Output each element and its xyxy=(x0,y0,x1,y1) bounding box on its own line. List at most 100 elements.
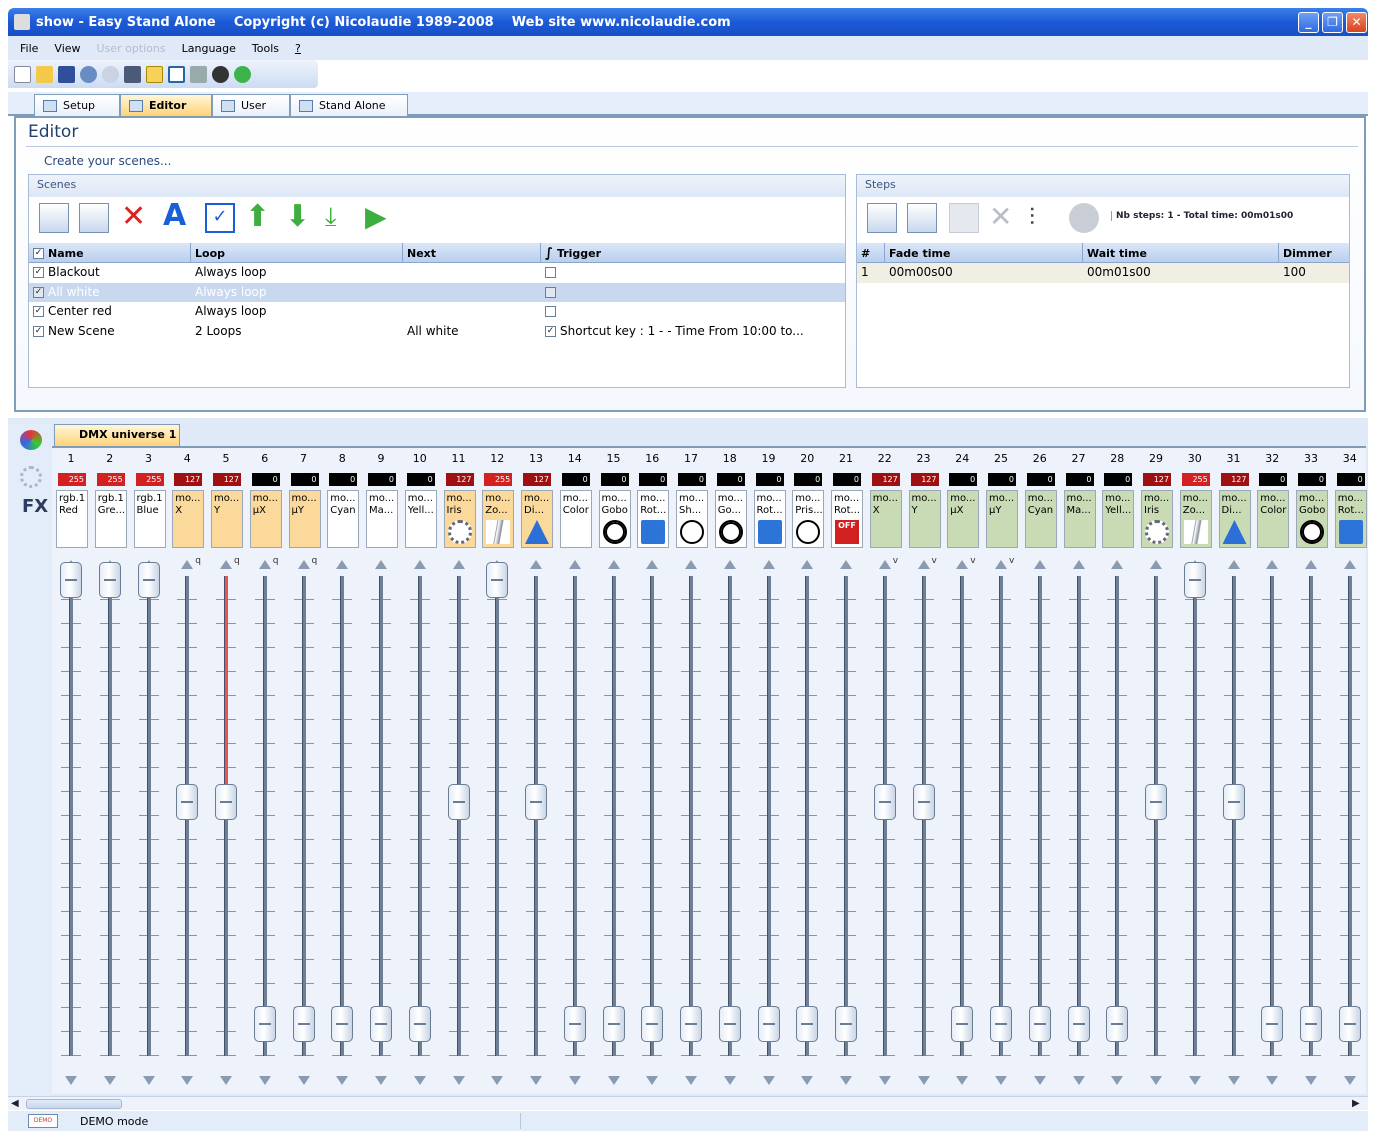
fader-knob[interactable] xyxy=(990,1006,1012,1042)
fader-up-icon[interactable] xyxy=(1072,560,1085,569)
fader-up-icon[interactable] xyxy=(336,560,349,569)
fader-track[interactable] xyxy=(611,576,616,1056)
fader-up-icon[interactable] xyxy=(840,560,852,569)
fader-down-icon[interactable] xyxy=(297,1076,310,1085)
channel-name[interactable]: mo... Yell... xyxy=(404,490,437,548)
menu-help[interactable]: ? xyxy=(295,42,301,55)
fader-down-icon[interactable] xyxy=(685,1076,697,1085)
menu-file[interactable]: File xyxy=(20,42,38,55)
download-icon[interactable]: ⤓ xyxy=(325,203,355,233)
fader-knob[interactable] xyxy=(98,562,121,598)
trigger-checkbox[interactable] xyxy=(545,286,556,298)
fader-down-icon[interactable] xyxy=(801,1076,814,1085)
fader-track[interactable] xyxy=(727,576,732,1056)
save-icon[interactable] xyxy=(58,65,75,83)
select-all-checkbox[interactable]: ✓ xyxy=(33,247,44,259)
fader-up-icon[interactable] xyxy=(1266,560,1279,569)
fader-knob[interactable] xyxy=(602,1006,625,1042)
channel-name[interactable]: mo... µY xyxy=(288,490,321,548)
fader-knob[interactable] xyxy=(447,784,470,820)
col-next[interactable]: Next xyxy=(403,243,541,263)
fader-down-icon[interactable] xyxy=(568,1076,581,1085)
fader-down-icon[interactable] xyxy=(1188,1076,1201,1085)
fader-track[interactable] xyxy=(379,576,383,1056)
fader-knob[interactable] xyxy=(718,1006,741,1042)
fader-up-icon[interactable] xyxy=(685,560,697,569)
fader-down-icon[interactable] xyxy=(878,1076,891,1085)
fader-knob[interactable] xyxy=(641,1006,664,1042)
channel-name[interactable]: mo... X xyxy=(869,490,902,548)
tab-stand-alone[interactable]: Stand Alone xyxy=(290,94,408,116)
trigger-checkbox[interactable]: ✓ xyxy=(545,325,556,337)
fader-down-icon[interactable] xyxy=(258,1076,271,1085)
fader-down-icon[interactable] xyxy=(1305,1076,1317,1085)
menu-language[interactable]: Language xyxy=(182,42,236,55)
fader-knob[interactable] xyxy=(370,1006,392,1042)
add-scene-icon[interactable] xyxy=(39,203,69,233)
trigger-checkbox[interactable] xyxy=(545,306,556,318)
effects-wheel-icon[interactable] xyxy=(20,466,42,488)
fader-up-icon[interactable] xyxy=(1111,560,1124,569)
fx-icon[interactable]: FX xyxy=(22,496,48,517)
fader-track[interactable] xyxy=(495,576,500,1056)
fader-down-icon[interactable] xyxy=(375,1076,387,1085)
fader-track[interactable] xyxy=(417,576,422,1056)
fader-up-icon[interactable] xyxy=(1150,560,1162,569)
fader-track[interactable] xyxy=(805,576,810,1056)
fader-down-icon[interactable] xyxy=(530,1076,542,1085)
col-trigger[interactable]: ∫ Trigger xyxy=(541,243,845,263)
scroll-left-icon[interactable]: ◀ xyxy=(11,1098,19,1109)
fader-track[interactable] xyxy=(960,576,965,1056)
channel-name[interactable]: mo... Color xyxy=(1257,490,1290,548)
fader-track[interactable] xyxy=(146,576,151,1056)
copy-step-icon[interactable] xyxy=(907,203,937,233)
tab-setup[interactable]: Setup xyxy=(34,94,120,116)
check-scene-icon[interactable]: ✓ xyxy=(205,203,235,233)
fader-down-icon[interactable] xyxy=(1111,1076,1124,1085)
fader-up-icon[interactable] xyxy=(607,560,620,569)
undo-icon[interactable] xyxy=(80,65,97,83)
fader-knob[interactable] xyxy=(292,1006,315,1042)
fader-up-icon[interactable] xyxy=(762,560,775,569)
fader-track[interactable] xyxy=(1347,576,1352,1056)
fader-track[interactable] xyxy=(340,576,345,1056)
fader-down-icon[interactable] xyxy=(142,1076,155,1085)
fader-knob[interactable] xyxy=(680,1006,702,1042)
channel-name[interactable]: rgb.1 Red xyxy=(56,490,88,548)
fader-track[interactable] xyxy=(689,576,693,1056)
table-row[interactable]: ✓ All white Always loop xyxy=(29,282,845,302)
fader-knob[interactable] xyxy=(1222,784,1245,820)
fader-up-icon[interactable] xyxy=(1305,560,1317,569)
fader-knob[interactable] xyxy=(1338,1006,1361,1042)
fader-knob[interactable] xyxy=(1067,1006,1090,1042)
restore-button[interactable]: ❐ xyxy=(1322,12,1343,33)
channel-name[interactable]: mo... Ma... xyxy=(366,490,398,548)
fader-up-icon[interactable] xyxy=(220,560,232,569)
fader-up-icon[interactable] xyxy=(452,560,465,569)
open-icon[interactable] xyxy=(36,65,53,83)
menu-view[interactable]: View xyxy=(54,42,80,55)
fader-knob[interactable] xyxy=(1183,562,1206,598)
fader-up-icon[interactable] xyxy=(723,560,736,569)
fader-knob[interactable] xyxy=(1261,1006,1284,1042)
fader-track[interactable] xyxy=(999,576,1003,1056)
fader-up-icon[interactable] xyxy=(646,560,659,569)
fader-up-icon[interactable] xyxy=(375,560,387,569)
trigger-checkbox[interactable] xyxy=(545,267,556,279)
settings-icon[interactable] xyxy=(212,65,229,83)
fader-down-icon[interactable] xyxy=(1072,1076,1085,1085)
delete-scene-icon[interactable]: ✕ xyxy=(121,202,151,233)
col-step-number[interactable]: # xyxy=(857,243,885,263)
fader-knob[interactable] xyxy=(951,1006,974,1042)
fader-down-icon[interactable] xyxy=(1266,1076,1279,1085)
channel-name[interactable]: mo... µX xyxy=(947,490,980,548)
fader-track[interactable] xyxy=(844,576,848,1056)
copy-scene-icon[interactable] xyxy=(79,203,109,233)
fader-knob[interactable] xyxy=(912,784,935,820)
fader-down-icon[interactable] xyxy=(491,1076,504,1085)
fader-track[interactable] xyxy=(262,576,267,1056)
fader-up-icon[interactable] xyxy=(801,560,814,569)
fader-down-icon[interactable] xyxy=(1227,1076,1240,1085)
fader-up-icon[interactable] xyxy=(258,560,271,569)
fader-knob[interactable] xyxy=(873,784,896,820)
